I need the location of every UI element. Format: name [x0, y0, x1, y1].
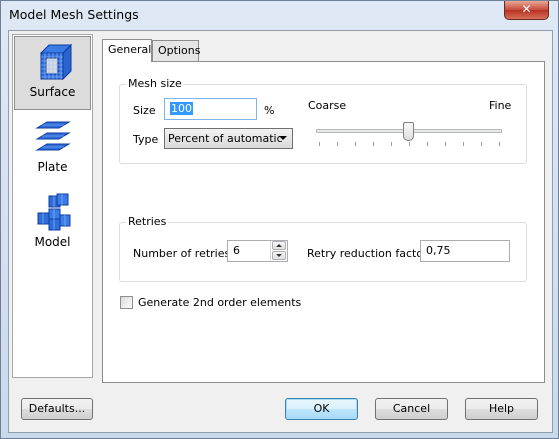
general-panel: Mesh size Size 100 % Type Percent of aut…	[102, 61, 545, 383]
help-button[interactable]: Help	[465, 398, 538, 420]
coarse-label: Coarse	[308, 99, 347, 112]
group-title: Retries	[126, 215, 169, 228]
number-of-retries-label: Number of retries	[133, 247, 231, 260]
chevron-down-icon	[279, 136, 287, 140]
close-button[interactable]: ✕	[504, 1, 549, 20]
title-bar[interactable]: Model Mesh Settings ✕	[1, 1, 558, 30]
dialog-client: Surface Plate Model General Options Mesh…	[8, 30, 553, 433]
plate-icon	[35, 121, 71, 151]
type-select[interactable]: Percent of automatic	[164, 128, 293, 149]
cancel-button[interactable]: Cancel	[375, 398, 448, 420]
mesh-size-group: Mesh size Size 100 % Type Percent of aut…	[119, 77, 527, 164]
spin-up-icon[interactable]	[272, 241, 286, 250]
slider-tick	[481, 142, 482, 146]
shortcut-bar: Surface Plate Model	[12, 34, 93, 378]
group-title: Mesh size	[126, 77, 184, 90]
type-select-value: Percent of automatic	[168, 132, 283, 145]
slider-tick	[355, 142, 356, 146]
settings-tabs: General Options Mesh size Size 100 % Typ…	[102, 39, 545, 383]
fine-label: Fine	[489, 99, 512, 112]
shortcut-model[interactable]: Model	[13, 187, 92, 261]
slider-tick	[427, 142, 428, 146]
slider-tick	[499, 142, 500, 146]
size-input[interactable]: 100	[164, 98, 257, 120]
size-unit: %	[264, 104, 275, 117]
tab-label: General	[108, 43, 152, 56]
shortcut-label: Model	[34, 235, 71, 249]
shortcut-label: Plate	[37, 160, 68, 174]
defaults-button[interactable]: Defaults...	[21, 398, 93, 420]
shortcut-surface[interactable]: Surface	[14, 36, 91, 110]
slider-tick	[319, 142, 320, 146]
tab-general[interactable]: General	[102, 39, 152, 62]
slider-tick	[463, 142, 464, 146]
retry-reduction-factor-label: Retry reduction factor	[307, 247, 428, 260]
slider-tick	[409, 142, 410, 146]
second-order-label[interactable]: Generate 2nd order elements	[138, 296, 301, 309]
retries-group: Retries Number of retries 6 Retry reduct…	[119, 215, 527, 282]
mesh-size-slider[interactable]	[403, 122, 414, 141]
size-label: Size	[133, 104, 156, 117]
slider-tick	[391, 142, 392, 146]
second-order-checkbox[interactable]	[120, 296, 133, 309]
window-title: Model Mesh Settings	[9, 7, 139, 22]
retry-reduction-factor-input[interactable]: 0,75	[420, 240, 510, 262]
shortcut-label: Surface	[29, 85, 76, 99]
spin-down-icon[interactable]	[272, 251, 286, 260]
shortcut-plate[interactable]: Plate	[13, 112, 92, 186]
type-label: Type	[133, 133, 159, 146]
surface-icon	[39, 43, 73, 81]
close-icon: ✕	[521, 2, 532, 16]
ok-button[interactable]: OK	[285, 398, 358, 420]
slider-tick	[373, 142, 374, 146]
tab-options[interactable]: Options	[152, 40, 201, 61]
slider-tick	[445, 142, 446, 146]
slider-tick	[337, 142, 338, 146]
tab-label: Options	[158, 44, 201, 57]
model-icon	[37, 193, 71, 231]
number-of-retries-input[interactable]: 6	[227, 240, 288, 262]
dialog-window: Model Mesh Settings ✕ Surface Plate Mode…	[0, 0, 559, 439]
retries-spinner[interactable]	[270, 241, 286, 261]
